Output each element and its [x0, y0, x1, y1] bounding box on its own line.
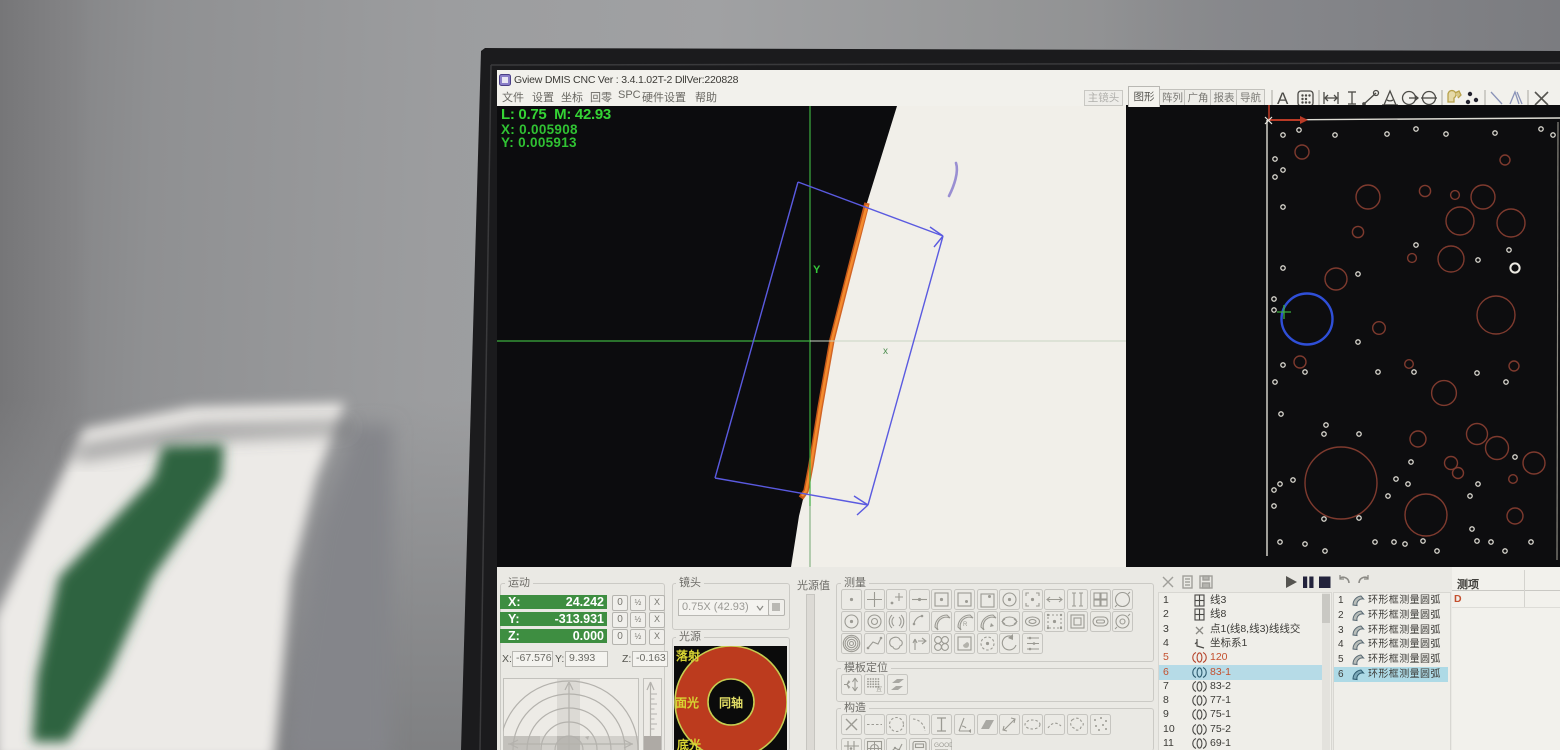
svg-text:落射: 落射 [676, 648, 700, 663]
svg-text:同轴: 同轴 [719, 695, 743, 710]
svg-text:R: R [963, 622, 968, 628]
svg-text:面光: 面光 [675, 695, 699, 710]
svg-text:宜: 宜 [876, 685, 882, 693]
svg-text:GOOD: GOOD [934, 742, 952, 749]
svg-text:底光: 底光 [677, 737, 701, 750]
